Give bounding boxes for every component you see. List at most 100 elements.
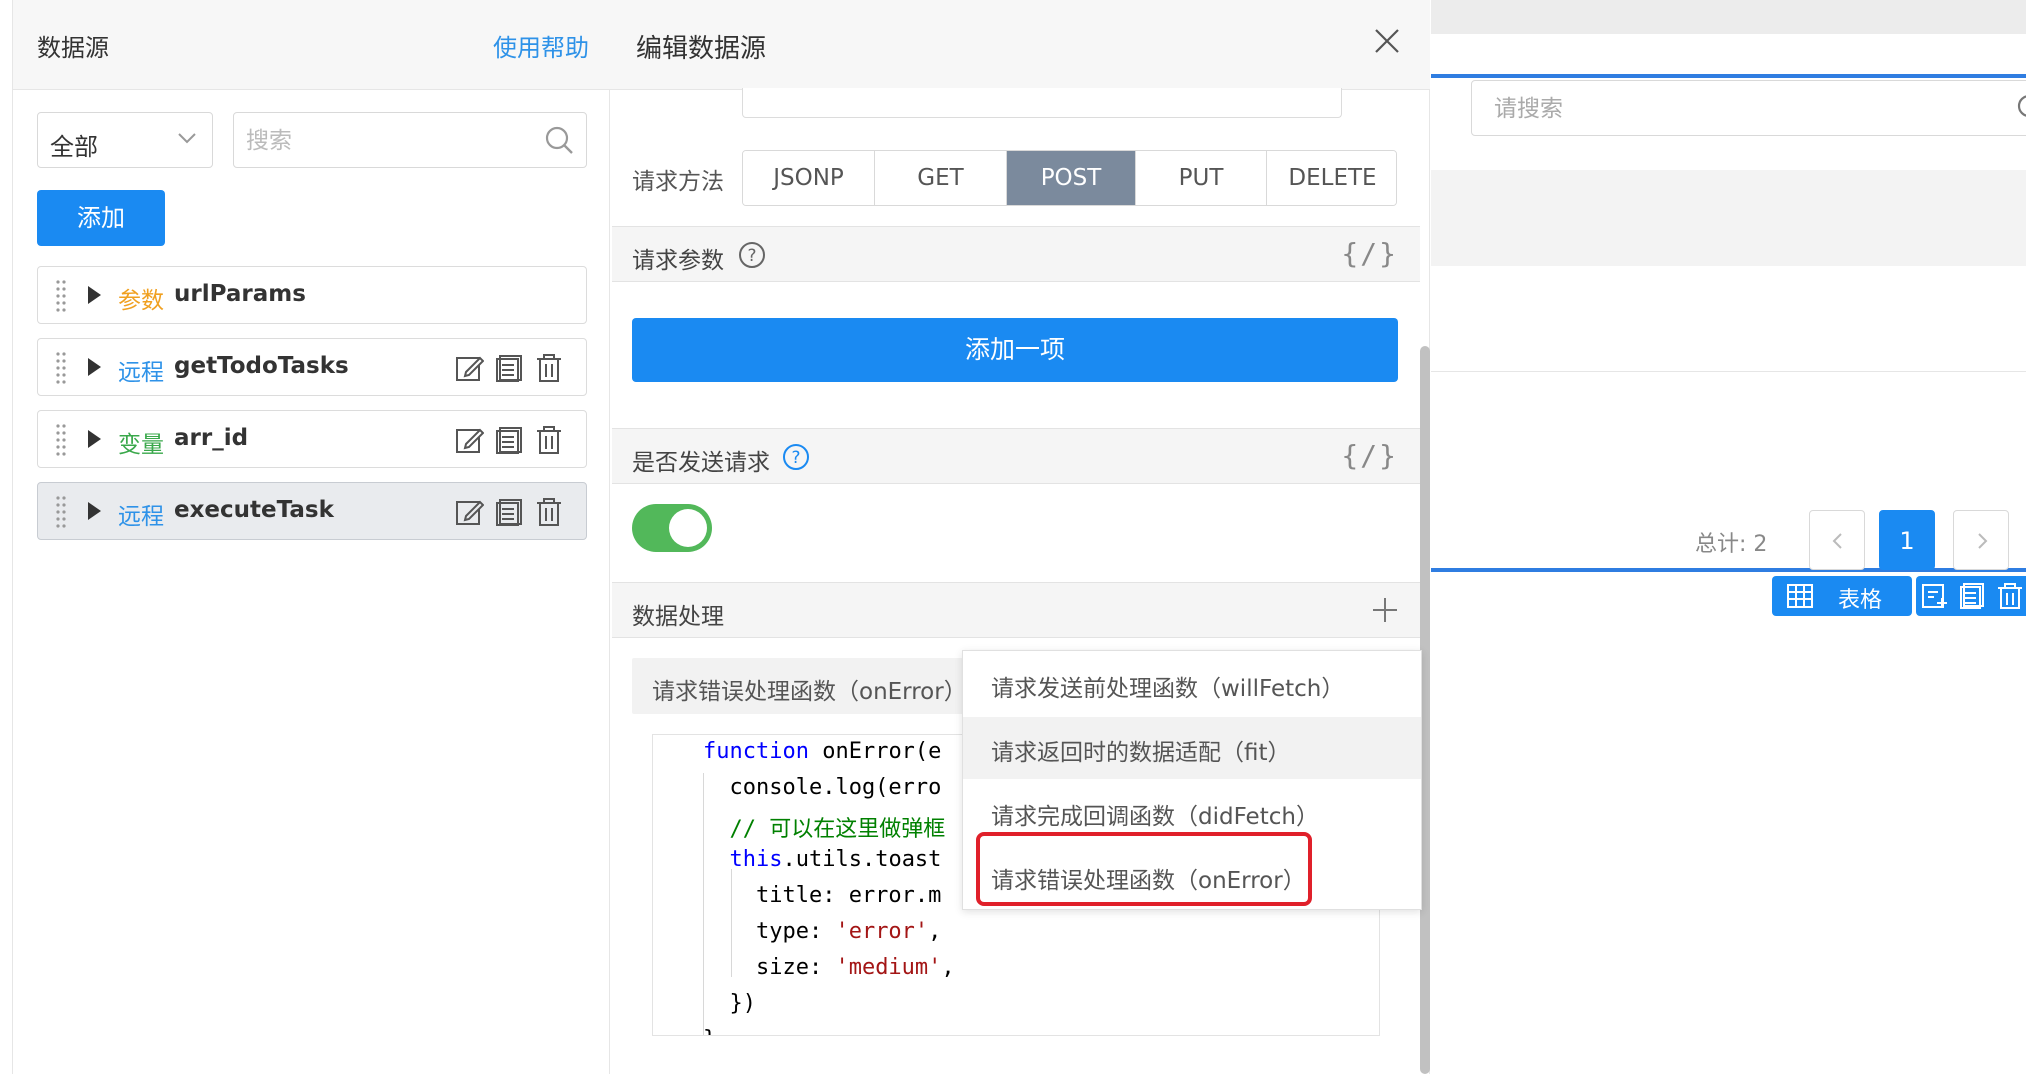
datasource-kind: 远程 <box>118 360 164 386</box>
onerror-tab[interactable]: 请求错误处理函数（onError） <box>632 658 982 714</box>
close-icon[interactable] <box>1372 26 1402 56</box>
send-request-label: 是否发送请求 <box>632 450 770 476</box>
datasource-search <box>233 112 587 168</box>
code-toggle-icon[interactable]: {/} <box>1341 237 1398 270</box>
datasource-kind: 变量 <box>118 432 164 458</box>
code-line-6: type: 'error', <box>703 919 942 944</box>
datasource-search-input[interactable] <box>244 123 538 159</box>
search-icon[interactable] <box>2016 93 2026 123</box>
code-line-8: }) <box>703 991 756 1016</box>
filter-select[interactable]: 全部 <box>37 112 213 168</box>
drag-handle-icon[interactable] <box>54 279 68 313</box>
help-circle-icon[interactable]: ? <box>782 443 810 471</box>
svg-text:?: ? <box>791 448 800 468</box>
method-delete[interactable]: DELETE <box>1267 151 1396 205</box>
chevron-right-icon <box>1978 533 1988 549</box>
edit-icon[interactable] <box>454 425 484 455</box>
datasource-name: getTodoTasks <box>174 353 349 379</box>
pagination-next-button[interactable] <box>1953 510 2009 570</box>
method-selector: JSONP GET POST PUT DELETE <box>742 150 1397 206</box>
datasource-item-getTodoTasks[interactable]: 远程 getTodoTasks <box>37 338 587 396</box>
add-item-button[interactable]: 添加一项 <box>632 318 1398 382</box>
highlight-annotation <box>976 832 1312 906</box>
datasource-actions <box>454 425 574 457</box>
table-row[interactable] <box>1431 266 2026 372</box>
delete-icon[interactable] <box>1996 582 2024 610</box>
expand-triangle-icon[interactable] <box>88 286 101 304</box>
code-line-5: title: error.m <box>703 883 942 908</box>
drag-handle-icon[interactable] <box>54 351 68 385</box>
drag-handle-icon[interactable] <box>54 495 68 529</box>
delete-icon[interactable] <box>534 425 564 455</box>
pagination-page-1[interactable]: 1 <box>1879 510 1935 570</box>
expand-triangle-icon[interactable] <box>88 358 101 376</box>
datasource-name: urlParams <box>174 281 306 307</box>
datasource-actions <box>454 353 574 385</box>
method-label: 请求方法 <box>632 169 724 195</box>
preview-canvas: 总计: 2 1 表格 <box>1431 0 2026 1074</box>
svg-text:?: ? <box>747 246 756 266</box>
menu-item-label: 请求完成回调函数（didFetch） <box>991 804 1319 830</box>
delete-icon[interactable] <box>534 497 564 527</box>
table-icon <box>1787 584 1813 608</box>
datasource-panel: 数据源 使用帮助 全部 添加 参数 urlParams 远程 getTodoTa… <box>12 0 611 1074</box>
code-line-7: size: 'medium', <box>703 955 955 980</box>
menu-item-fit[interactable]: 请求返回时的数据适配（fit） <box>963 717 1421 779</box>
copy-icon[interactable] <box>494 425 524 455</box>
copy-icon[interactable] <box>494 497 524 527</box>
datasource-kind: 参数 <box>118 288 164 314</box>
send-request-toggle[interactable] <box>632 504 712 552</box>
method-get[interactable]: GET <box>875 151 1007 205</box>
onerror-tab-label: 请求错误处理函数（onError） <box>652 679 967 705</box>
data-processing-bar: 数据处理 <box>612 582 1420 638</box>
edit-datasource-title: 编辑数据源 <box>636 34 767 64</box>
code-toggle-icon[interactable]: {/} <box>1341 439 1398 472</box>
method-post[interactable]: POST <box>1007 151 1136 205</box>
datasource-name: executeTask <box>174 497 334 523</box>
toggle-knob <box>669 509 707 547</box>
datasource-item-urlParams[interactable]: 参数 urlParams <box>37 266 587 324</box>
edit-datasource-panel: 编辑数据源 请求方法 JSONP GET POST PUT DELETE 请求参… <box>610 0 1430 1074</box>
datasource-actions <box>454 497 574 529</box>
help-circle-icon[interactable]: ? <box>738 241 766 269</box>
search-icon[interactable] <box>544 125 574 155</box>
filter-select-value: 全部 <box>50 133 98 161</box>
method-put[interactable]: PUT <box>1136 151 1267 205</box>
method-jsonp[interactable]: JSONP <box>743 151 875 205</box>
table-search-input[interactable] <box>1492 91 1976 127</box>
delete-icon[interactable] <box>534 353 564 383</box>
expand-triangle-icon[interactable] <box>88 430 101 448</box>
datasource-item-executeTask[interactable]: 远程 executeTask <box>37 482 587 540</box>
plus-icon[interactable] <box>1370 595 1400 625</box>
add-datasource-button[interactable]: 添加 <box>37 190 165 246</box>
add-child-icon[interactable] <box>1920 582 1948 610</box>
expand-triangle-icon[interactable] <box>88 502 101 520</box>
menu-item-willfetch[interactable]: 请求发送前处理函数（willFetch） <box>963 653 1421 715</box>
datasource-item-arr_id[interactable]: 变量 arr_id <box>37 410 587 468</box>
code-line-2: console.log(erro <box>703 775 942 800</box>
send-request-bar: 是否发送请求 ? {/} <box>612 428 1420 484</box>
code-line-1: function onError(e <box>703 739 942 764</box>
copy-icon[interactable] <box>1958 582 1986 610</box>
request-params-bar: 请求参数 ? {/} <box>612 226 1420 282</box>
chevron-down-icon <box>178 133 196 144</box>
canvas-topbar <box>1431 0 2026 34</box>
datasource-header: 数据源 使用帮助 <box>13 0 611 90</box>
edit-icon[interactable] <box>454 353 484 383</box>
edit-icon[interactable] <box>454 497 484 527</box>
pagination-prev-button[interactable] <box>1809 510 1865 570</box>
code-line-4: this.utils.toast <box>729 847 942 872</box>
drag-handle-icon[interactable] <box>54 423 68 457</box>
request-params-label: 请求参数 <box>632 248 724 274</box>
table-search <box>1471 80 2026 136</box>
datasource-name: arr_id <box>174 425 249 451</box>
component-toolbar <box>1916 576 2026 616</box>
pagination-total: 总计: 2 <box>1695 532 1768 557</box>
url-field[interactable] <box>742 88 1342 118</box>
help-link[interactable]: 使用帮助 <box>493 28 589 63</box>
component-label-chip[interactable]: 表格 <box>1772 576 1912 616</box>
chevron-left-icon <box>1832 533 1842 549</box>
edit-datasource-header: 编辑数据源 <box>610 0 1430 90</box>
copy-icon[interactable] <box>494 353 524 383</box>
code-line-3: // 可以在这里做弹框 <box>703 817 946 842</box>
